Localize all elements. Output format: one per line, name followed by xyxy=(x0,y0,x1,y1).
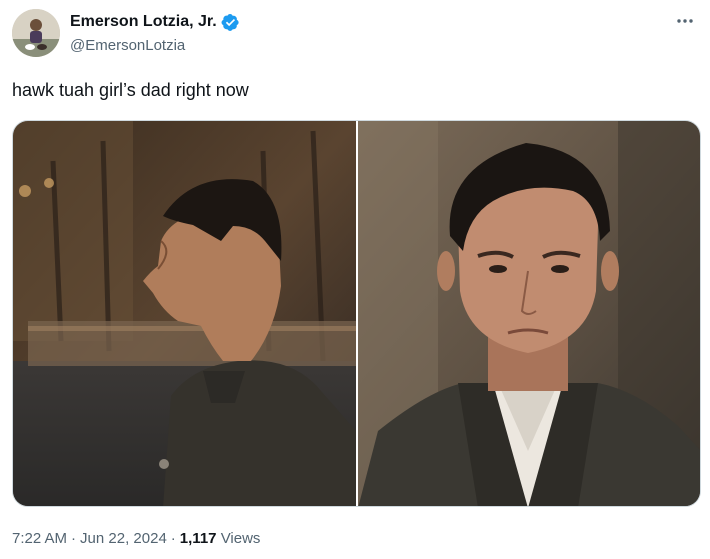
author-avatar[interactable] xyxy=(12,9,60,57)
avatar-image xyxy=(12,9,60,57)
author-handle[interactable]: @EmersonLotzia xyxy=(70,36,185,56)
tweet-card: Emerson Lotzia, Jr. @EmersonLotzia hawk … xyxy=(0,0,710,559)
tweet-meta: 7:22 AM · Jun 22, 2024 · 1,117 Views xyxy=(12,529,260,549)
meta-separator: · xyxy=(71,530,77,547)
tweet-date[interactable]: Jun 22, 2024 xyxy=(80,530,167,547)
views-count: 1,117 xyxy=(179,530,217,547)
media-photo-left[interactable] xyxy=(13,121,356,506)
tweet-time[interactable]: 7:22 AM xyxy=(12,530,67,547)
tweet-text: hawk tuah girl’s dad right now xyxy=(12,80,249,100)
more-options-button[interactable] xyxy=(674,10,696,32)
author-display-name[interactable]: Emerson Lotzia, Jr. xyxy=(70,12,217,32)
verified-badge-icon[interactable] xyxy=(221,13,240,32)
photo-man-front-closeup-icon xyxy=(357,121,700,506)
tweet-media-grid xyxy=(12,120,701,507)
photo-man-profile-park-icon xyxy=(13,121,356,506)
author-name-row: Emerson Lotzia, Jr. xyxy=(70,12,240,32)
media-photo-right[interactable] xyxy=(357,121,700,506)
meta-separator: · xyxy=(170,530,176,547)
views-label: Views xyxy=(220,530,261,547)
more-dots-icon xyxy=(677,19,693,23)
